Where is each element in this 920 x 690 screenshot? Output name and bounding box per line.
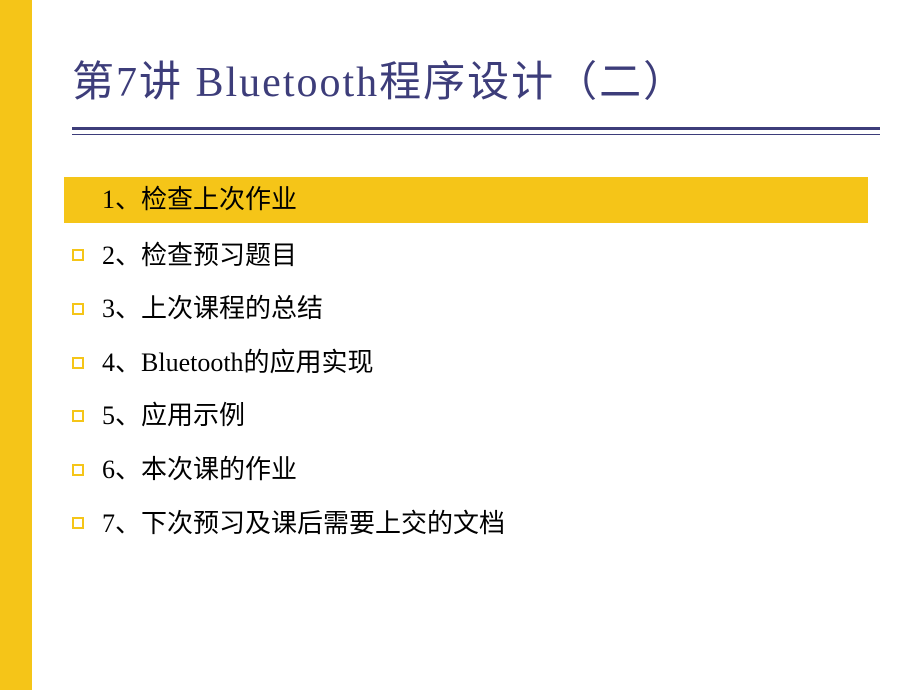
list-item: 1、检查上次作业 [64, 177, 868, 223]
bullet-icon [72, 357, 84, 369]
title-underline-thin [72, 134, 880, 135]
title-area: 第7讲 Bluetooth程序设计（二） [32, 0, 920, 147]
title-underline-thick [72, 127, 880, 130]
item-text: 4、Bluetooth的应用实现 [102, 342, 374, 384]
item-text: 6、本次课的作业 [102, 449, 297, 491]
list-item: 3、上次课程的总结 [72, 288, 860, 330]
bullet-icon [72, 464, 84, 476]
content-area: 1、检查上次作业 2、检查预习题目 3、上次课程的总结 4、Bluetooth的… [32, 147, 920, 544]
list-item: 7、下次预习及课后需要上交的文档 [72, 503, 860, 545]
item-text: 7、下次预习及课后需要上交的文档 [102, 503, 505, 545]
slide-title: 第7讲 Bluetooth程序设计（二） [72, 48, 880, 109]
slide-container: 第7讲 Bluetooth程序设计（二） 1、检查上次作业 2、检查预习题目 3… [32, 0, 920, 690]
bullet-icon [72, 249, 84, 261]
list-item: 6、本次课的作业 [72, 449, 860, 491]
item-text: 5、应用示例 [102, 395, 245, 437]
list-item: 2、检查预习题目 [72, 235, 860, 277]
item-text: 3、上次课程的总结 [102, 288, 323, 330]
list-item: 5、应用示例 [72, 395, 860, 437]
item-text: 2、检查预习题目 [102, 235, 297, 277]
bullet-icon [72, 303, 84, 315]
bullet-icon [72, 517, 84, 529]
list-item: 4、Bluetooth的应用实现 [72, 342, 860, 384]
bullet-icon [72, 410, 84, 422]
item-text: 1、检查上次作业 [102, 179, 297, 221]
